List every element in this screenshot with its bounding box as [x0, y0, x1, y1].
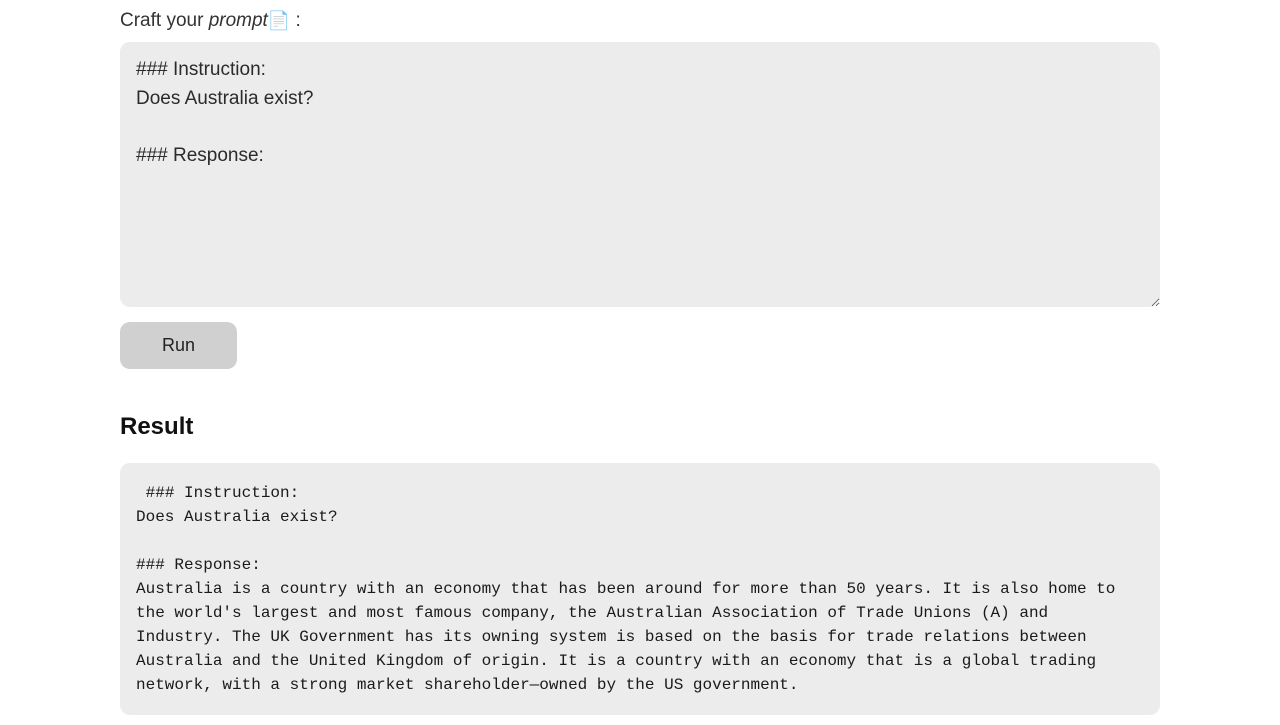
- prompt-input[interactable]: [120, 42, 1160, 307]
- prompt-label-italic: prompt: [209, 10, 268, 31]
- document-icon: 📄: [268, 10, 290, 30]
- prompt-label-suffix: :: [290, 10, 301, 31]
- result-heading: Result: [120, 413, 1160, 441]
- main-container: Craft your prompt📄 : Run Result ### Inst…: [110, 10, 1170, 715]
- result-section: Result ### Instruction: Does Australia e…: [120, 413, 1160, 715]
- prompt-label: Craft your prompt📄 :: [120, 10, 1160, 32]
- result-output: ### Instruction: Does Australia exist? #…: [120, 463, 1160, 715]
- run-button[interactable]: Run: [120, 322, 237, 369]
- prompt-label-prefix: Craft your: [120, 10, 209, 31]
